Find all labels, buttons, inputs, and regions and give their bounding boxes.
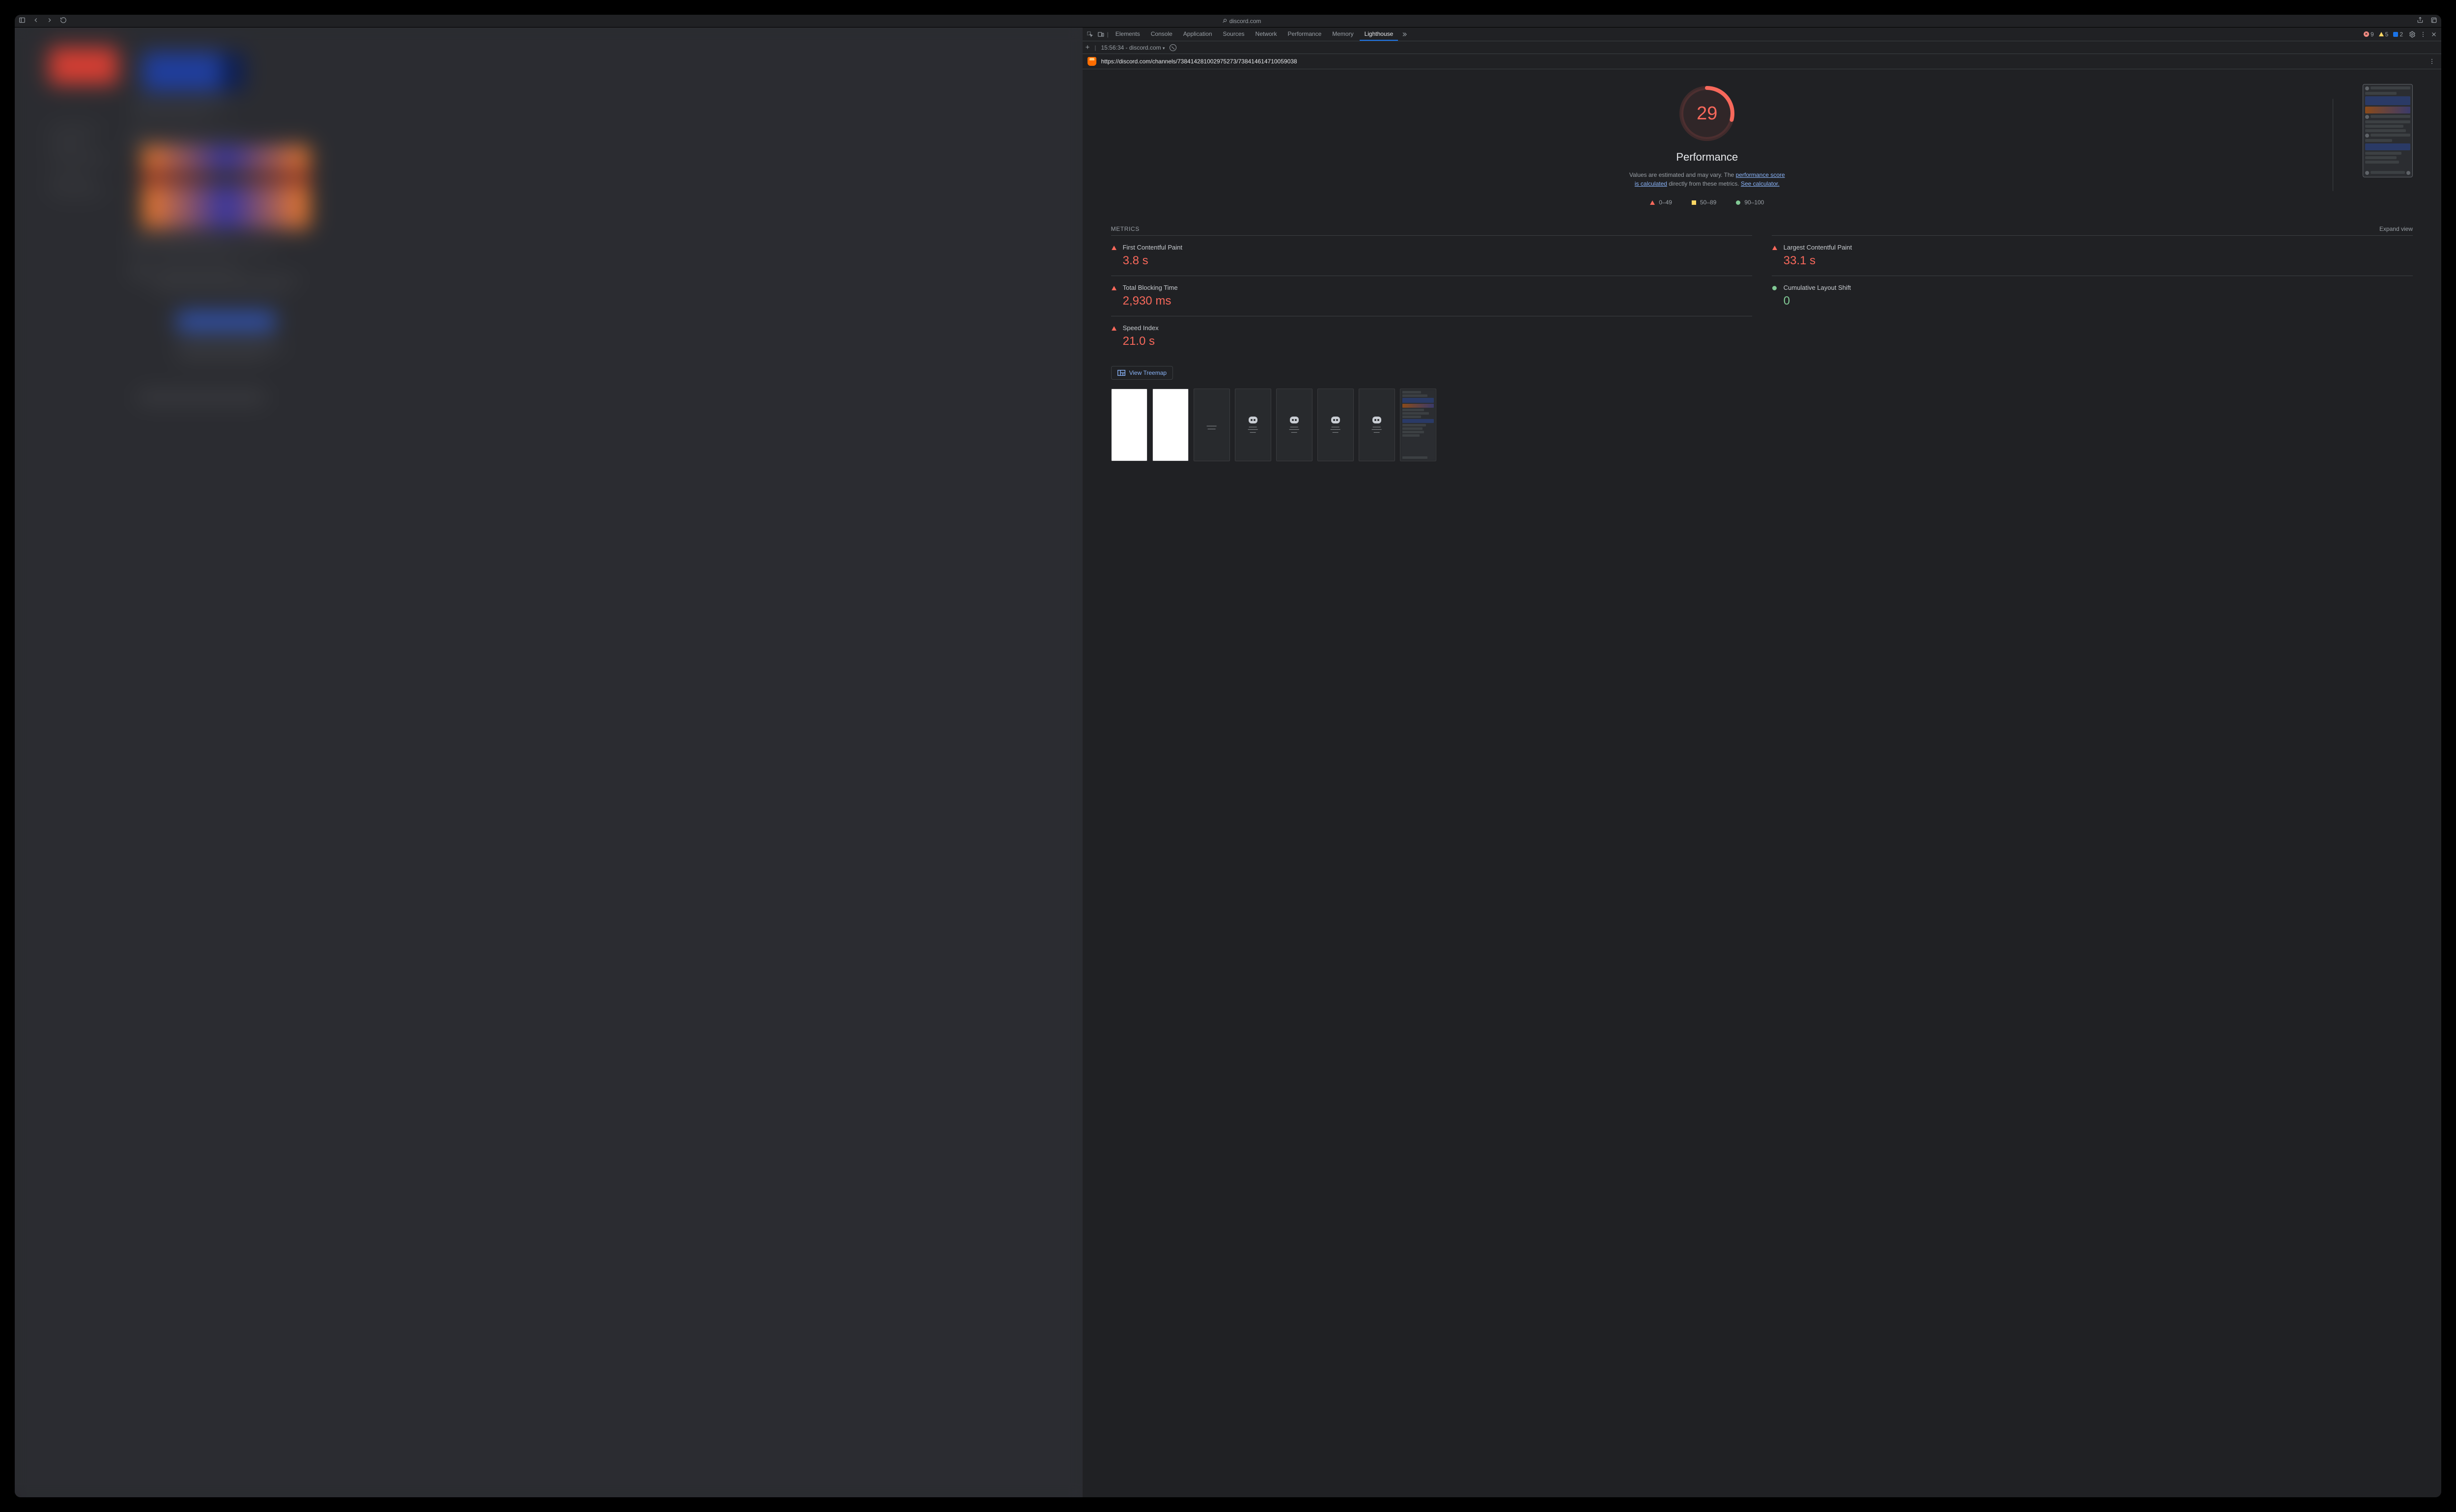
tabs-icon[interactable] bbox=[2430, 17, 2437, 25]
filmstrip-frame[interactable] bbox=[1111, 389, 1147, 461]
metric-lcp[interactable]: Largest Contentful Paint 33.1 s bbox=[1772, 235, 2413, 276]
window-titlebar: ⚲ discord.com bbox=[15, 15, 2441, 28]
new-report-icon[interactable]: + bbox=[1086, 43, 1090, 52]
metric-tbt[interactable]: Total Blocking Time 2,930 ms bbox=[1111, 276, 1752, 316]
metrics-header: METRICS Expand view bbox=[1111, 225, 2413, 232]
circle-pass-icon bbox=[1772, 286, 1777, 290]
score-legend: 0–49 50–89 90–100 bbox=[1650, 199, 1764, 206]
square-average-icon bbox=[1692, 200, 1696, 205]
warning-count[interactable]: 5 bbox=[2379, 31, 2389, 38]
warning-icon bbox=[2379, 32, 2384, 36]
metrics-grid: First Contentful Paint 3.8 s Largest Con… bbox=[1111, 235, 2413, 356]
address-display[interactable]: ⚲ discord.com bbox=[1223, 18, 1261, 25]
forward-icon[interactable] bbox=[46, 17, 53, 25]
view-treemap-button[interactable]: View Treemap bbox=[1111, 366, 1173, 380]
discord-logo-icon bbox=[1331, 417, 1340, 423]
sidebar-toggle-icon[interactable] bbox=[19, 17, 26, 25]
lighthouse-subtoolbar: + | 15:56:34 - discord.com ▾ bbox=[1083, 41, 2441, 54]
tab-console[interactable]: Console bbox=[1146, 28, 1177, 41]
audited-url: https://discord.com/channels/73841428100… bbox=[1101, 58, 1297, 65]
discord-logo-icon bbox=[1372, 417, 1381, 423]
performance-score: 29 bbox=[1677, 84, 1736, 143]
tab-network[interactable]: Network bbox=[1251, 28, 1282, 41]
lighthouse-logo-icon bbox=[1088, 57, 1096, 66]
close-devtools-icon[interactable] bbox=[2429, 30, 2438, 39]
issue-count[interactable]: 2 bbox=[2393, 31, 2403, 38]
report-hero: 29 Performance Values are estimated and … bbox=[1111, 84, 2413, 206]
triangle-fail-icon bbox=[1112, 326, 1116, 331]
chevron-down-icon: ▾ bbox=[1163, 46, 1165, 51]
triangle-fail-icon bbox=[1772, 246, 1777, 250]
tab-memory[interactable]: Memory bbox=[1327, 28, 1358, 41]
reload-icon[interactable] bbox=[60, 17, 67, 25]
tab-elements[interactable]: Elements bbox=[1111, 28, 1145, 41]
filmstrip-frame[interactable]: ▬▬▬▬▬▬▬▬▬▬▬▬ bbox=[1235, 389, 1271, 461]
tab-lighthouse[interactable]: Lighthouse bbox=[1360, 28, 1398, 41]
filmstrip-frame[interactable] bbox=[1152, 389, 1189, 461]
filmstrip-frame[interactable] bbox=[1400, 389, 1436, 461]
metric-si[interactable]: Speed Index 21.0 s bbox=[1111, 316, 1752, 356]
report-timestamp[interactable]: 15:56:34 - discord.com ▾ bbox=[1101, 44, 1165, 51]
report-menu-icon[interactable] bbox=[2428, 57, 2436, 66]
tab-sources[interactable]: Sources bbox=[1218, 28, 1250, 41]
discord-logo-icon bbox=[1249, 417, 1257, 423]
link-icon: ⚲ bbox=[1221, 17, 1228, 25]
performance-gauge[interactable]: 29 bbox=[1677, 84, 1736, 143]
metric-cls[interactable]: Cumulative Layout Shift 0 bbox=[1772, 276, 2413, 316]
final-screenshot-thumbnail[interactable] bbox=[2363, 84, 2413, 177]
triangle-fail-icon bbox=[1112, 286, 1116, 290]
console-summary[interactable]: ×9 5 2 bbox=[2364, 31, 2406, 38]
tab-application[interactable]: Application bbox=[1178, 28, 1217, 41]
expand-view-link[interactable]: Expand view bbox=[2379, 225, 2413, 232]
filmstrip-frame[interactable]: ▬▬▬▬▬▬▬▬▬▬▬▬ bbox=[1317, 389, 1354, 461]
devtools-tabs: Elements Console Application Sources Net… bbox=[1111, 28, 1398, 41]
kebab-menu-icon[interactable] bbox=[2419, 30, 2428, 39]
error-icon: × bbox=[2364, 31, 2369, 37]
settings-icon[interactable] bbox=[2408, 30, 2417, 39]
app-window: ⚲ discord.com bbox=[15, 15, 2441, 1497]
metric-fcp[interactable]: First Contentful Paint 3.8 s bbox=[1111, 235, 1752, 276]
device-toolbar-icon[interactable] bbox=[1096, 30, 1105, 39]
tab-performance[interactable]: Performance bbox=[1283, 28, 1327, 41]
issue-icon bbox=[2393, 32, 2398, 37]
inspect-element-icon[interactable] bbox=[1086, 30, 1094, 39]
back-icon[interactable] bbox=[32, 17, 39, 25]
performance-description: Values are estimated and may vary. The p… bbox=[1628, 170, 1786, 188]
filmstrip-frame[interactable]: ▬▬▬▬▬▬▬▬▬▬▬▬ bbox=[1276, 389, 1312, 461]
error-count[interactable]: ×9 bbox=[2364, 31, 2374, 38]
clear-icon[interactable] bbox=[1170, 44, 1176, 51]
devtools-panel: | Elements Console Application Sources N… bbox=[1083, 28, 2441, 1497]
more-tabs-icon[interactable] bbox=[1400, 30, 1409, 39]
discord-logo-icon bbox=[1290, 417, 1299, 423]
page-domain: discord.com bbox=[1229, 18, 1261, 25]
filmstrip-frame[interactable]: ▬▬▬▬▬▬▬▬▬▬▬▬ bbox=[1359, 389, 1395, 461]
see-calculator-link[interactable]: See calculator. bbox=[1741, 180, 1780, 187]
filmstrip: ▬▬▬▬▬▬▬▬▬ ▬▬▬▬▬▬▬▬▬▬▬▬ ▬▬▬▬▬▬▬▬▬▬▬▬ ▬▬▬▬… bbox=[1111, 389, 2413, 461]
triangle-fail-icon bbox=[1112, 246, 1116, 250]
triangle-fail-icon bbox=[1650, 200, 1655, 205]
lighthouse-report[interactable]: 29 Performance Values are estimated and … bbox=[1083, 69, 2441, 1497]
page-content-blurred bbox=[15, 28, 1083, 1497]
filmstrip-frame[interactable]: ▬▬▬▬▬▬▬▬▬ bbox=[1194, 389, 1230, 461]
metrics-title: METRICS bbox=[1111, 225, 1140, 232]
devtools-toolbar: | Elements Console Application Sources N… bbox=[1083, 28, 2441, 41]
audit-url-bar: https://discord.com/channels/73841428100… bbox=[1083, 54, 2441, 69]
share-icon[interactable] bbox=[2417, 17, 2424, 25]
circle-pass-icon bbox=[1736, 200, 1740, 205]
performance-title: Performance bbox=[1676, 151, 1738, 164]
treemap-icon bbox=[1117, 370, 1125, 376]
